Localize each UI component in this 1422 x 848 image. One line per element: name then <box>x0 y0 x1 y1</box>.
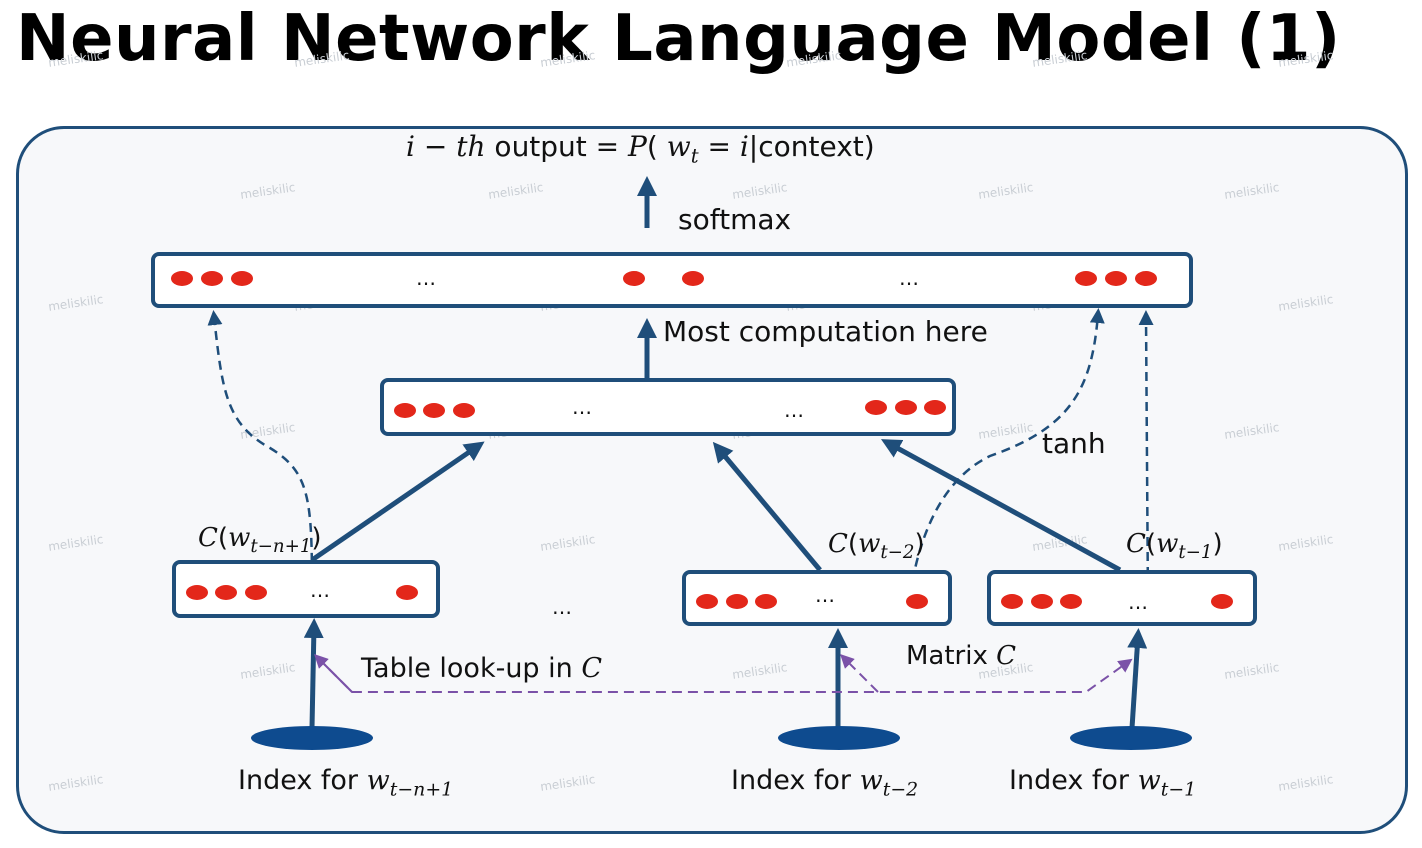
formula-output: output = <box>485 130 629 163</box>
unit-dot <box>201 271 223 286</box>
formula-th: th <box>456 130 486 163</box>
embed-label-open: ( <box>847 529 859 559</box>
unit-dot <box>1060 594 1082 609</box>
table-lookup-text: Table look-up in <box>361 653 582 684</box>
index-sub: t−1 <box>1160 778 1197 801</box>
index1-arrow <box>303 618 324 729</box>
ellipsis: … <box>784 398 804 422</box>
unit-dot <box>682 271 704 286</box>
index3-arrow <box>1127 628 1148 729</box>
output-formula: i − th output = P( wt = i|context) <box>406 130 875 168</box>
index-w: w <box>366 765 390 796</box>
index-label-1: Index for wt−n+1 <box>238 766 453 800</box>
embed-label-1: C(wt−n+1) <box>198 524 322 557</box>
embed-label-3: C(wt−1) <box>1126 530 1223 563</box>
index-text: Index for <box>1009 765 1138 796</box>
embed-label-open: ( <box>1145 529 1157 559</box>
ellipsis: … <box>416 266 436 290</box>
table-lookup-start-arrow <box>314 654 353 693</box>
embed-label-close: ) <box>1212 529 1223 559</box>
index-w: w <box>1137 765 1161 796</box>
embed-label-close: ) <box>311 523 322 553</box>
matrix-C: C <box>996 641 1017 671</box>
embed1-to-hidden-arrow <box>310 441 485 563</box>
formula-i2: i <box>739 130 749 163</box>
unit-dot <box>394 403 416 418</box>
index-node-2 <box>778 726 900 750</box>
unit-dot <box>755 594 777 609</box>
formula-p: P <box>628 130 647 163</box>
embed-label-C: C <box>828 529 848 559</box>
embed-label-sub: t−1 <box>1178 542 1213 564</box>
unit-dot <box>906 594 928 609</box>
index-sub: t−2 <box>882 778 919 801</box>
index-w: w <box>859 765 883 796</box>
unit-dot <box>423 403 445 418</box>
formula-t: t <box>690 144 699 168</box>
most-computation-label: Most computation here <box>663 315 988 348</box>
ellipsis: … <box>815 583 835 607</box>
embed-label-sub: t−2 <box>880 542 915 564</box>
unit-dot <box>1105 271 1127 286</box>
embed-label-w: w <box>1156 529 1179 559</box>
unit-dot <box>231 271 253 286</box>
index-text: Index for <box>731 765 860 796</box>
unit-dot <box>215 585 237 600</box>
embed-label-2: C(wt−2) <box>828 530 925 563</box>
unit-dot <box>865 400 887 415</box>
unit-dot <box>696 594 718 609</box>
embed-label-C: C <box>1126 529 1146 559</box>
unit-dot <box>1211 594 1233 609</box>
unit-dot <box>1135 271 1157 286</box>
embed-label-C: C <box>198 523 218 553</box>
formula-i: i <box>406 130 415 163</box>
unit-dot <box>1075 271 1097 286</box>
formula-paren: ( <box>646 130 667 163</box>
unit-dot <box>245 585 267 600</box>
index-label-2: Index for wt−2 <box>731 766 918 800</box>
formula-context: |context) <box>748 130 875 163</box>
unit-dot <box>453 403 475 418</box>
ellipsis: … <box>310 578 330 602</box>
unit-dot <box>396 585 418 600</box>
index-sub: t−n+1 <box>389 778 454 801</box>
ellipsis: … <box>1128 590 1148 614</box>
embed-label-close: ) <box>914 529 925 559</box>
unit-dot <box>623 271 645 286</box>
unit-dot <box>171 271 193 286</box>
unit-dot <box>726 594 748 609</box>
output-layer-box <box>151 252 1193 308</box>
unit-dot <box>186 585 208 600</box>
matrix-c-label: Matrix C <box>906 642 1016 671</box>
embed-label-w: w <box>228 523 251 553</box>
embed-label-w: w <box>858 529 881 559</box>
index-label-3: Index for wt−1 <box>1009 766 1196 800</box>
middle-ellipsis: … <box>552 595 572 619</box>
unit-dot <box>1031 594 1053 609</box>
embed2-to-hidden-arrow <box>712 441 822 572</box>
table-lookup-label: Table look-up in C <box>361 654 602 684</box>
index-node-1 <box>251 726 373 750</box>
softmax-label: softmax <box>678 203 792 236</box>
unit-dot <box>1001 594 1023 609</box>
embed-label-sub: t−n+1 <box>250 536 312 558</box>
matrix-text: Matrix <box>906 641 997 671</box>
table-lookup-C: C <box>581 653 603 684</box>
formula-eq: = <box>698 130 740 163</box>
index-text: Index for <box>238 765 367 796</box>
unit-dot <box>924 400 946 415</box>
table-lookup-branch <box>840 654 879 693</box>
embed-label-open: ( <box>217 523 229 553</box>
ellipsis: … <box>572 395 592 419</box>
tanh-label: tanh <box>1042 427 1106 460</box>
index-node-3 <box>1070 726 1192 750</box>
formula-minus: − <box>414 130 457 163</box>
ellipsis: … <box>899 266 919 290</box>
unit-dot <box>895 400 917 415</box>
formula-w: w <box>666 130 691 163</box>
